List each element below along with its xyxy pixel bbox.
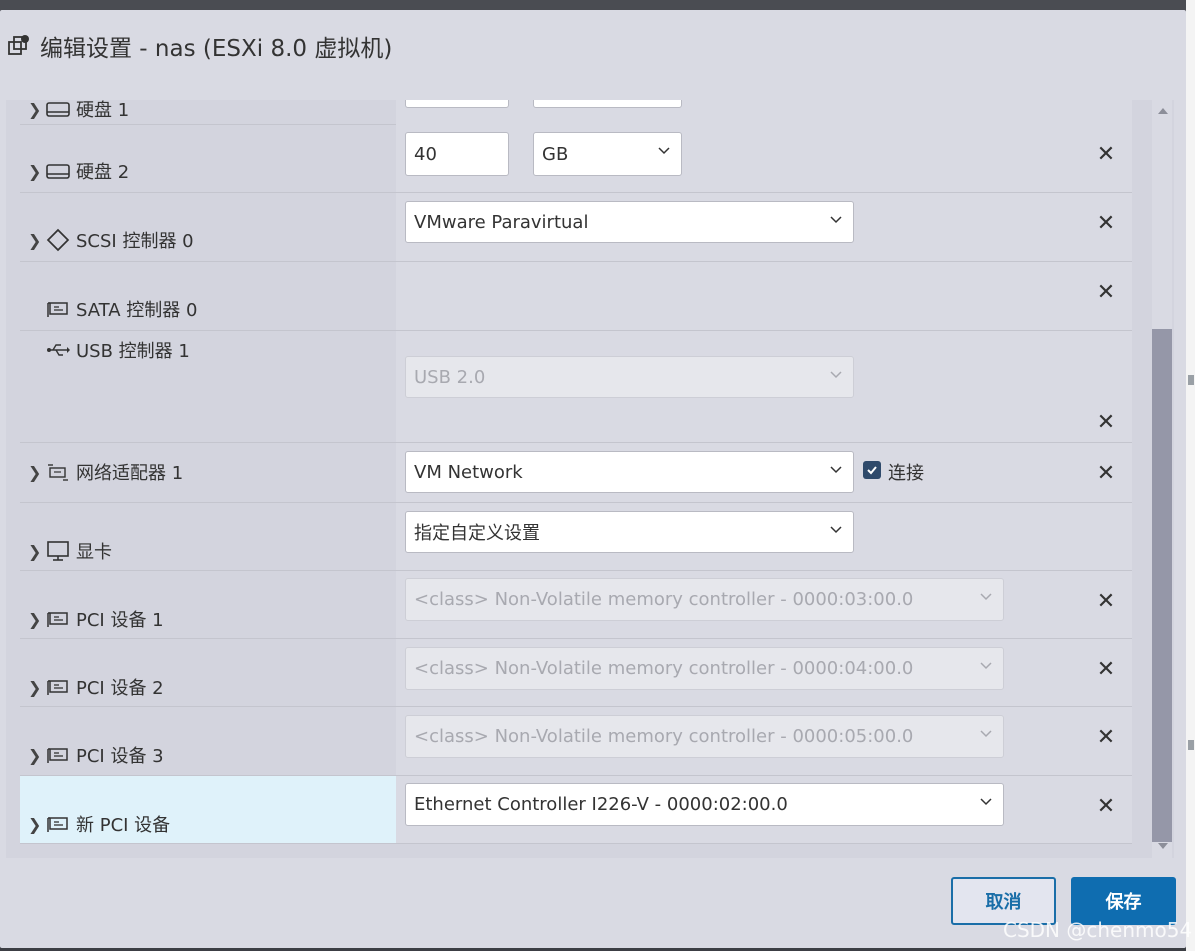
background-window-edge — [1186, 0, 1195, 951]
device-label: SATA 控制器 0 — [28, 296, 197, 322]
remove-device-button[interactable]: ✕ — [1096, 410, 1116, 435]
chevron-right-icon[interactable]: ❯ — [28, 162, 42, 181]
pci-card-icon — [46, 609, 70, 629]
scsi-controller-icon — [46, 228, 70, 252]
chevron-down-icon — [830, 216, 842, 224]
check-icon — [867, 466, 877, 475]
usb-version-select: USB 2.0 — [405, 356, 854, 398]
pci-card-icon — [46, 745, 70, 765]
dialog-header: 编辑设置 - nas (ESXi 8.0 虚拟机) — [6, 28, 392, 64]
hard-disk-icon — [46, 100, 70, 119]
background-mark — [1188, 375, 1194, 385]
device-label[interactable]: ❯ 硬盘 2 — [28, 158, 129, 184]
remove-device-button[interactable]: ✕ — [1096, 280, 1116, 305]
device-row-sata-controller-0: SATA 控制器 0 ✕ — [20, 262, 1132, 331]
chevron-down-icon — [830, 371, 842, 379]
disk-size-input[interactable] — [405, 100, 509, 108]
vertical-scrollbar[interactable] — [1152, 100, 1172, 858]
chevron-right-icon[interactable]: ❯ — [28, 746, 42, 765]
background-mark — [1188, 740, 1194, 750]
pci-card-icon — [46, 814, 70, 834]
chevron-right-icon[interactable]: ❯ — [28, 678, 42, 697]
device-label[interactable]: ❯ PCI 设备 2 — [28, 674, 164, 700]
scroll-up-arrow-icon[interactable] — [1158, 108, 1168, 114]
chevron-down-icon — [658, 147, 670, 155]
chevron-right-icon[interactable]: ❯ — [28, 231, 42, 250]
edit-settings-dialog: 编辑设置 - nas (ESXi 8.0 虚拟机) ❯ 硬盘 1 ❯ 硬盘 2 … — [0, 10, 1186, 948]
chevron-down-icon — [980, 662, 992, 670]
new-pci-device-select[interactable]: Ethernet Controller I226-V - 0000:02:00.… — [405, 783, 1004, 826]
pci-card-icon — [46, 677, 70, 697]
device-row-hard-disk-1: ❯ 硬盘 1 — [20, 100, 1132, 125]
device-label[interactable]: ❯ 新 PCI 设备 — [28, 811, 170, 837]
pci-device-select: <class> Non-Volatile memory controller -… — [405, 647, 1004, 690]
usb-icon — [46, 340, 70, 360]
device-list-panel: ❯ 硬盘 1 ❯ 硬盘 2 40 GB ✕ ❯ SCSI 控制器 0 VMwar… — [6, 100, 1174, 858]
device-row-pci-device-2: ❯ PCI 设备 2 <class> Non-Volatile memory c… — [20, 639, 1132, 707]
chevron-down-icon — [830, 526, 842, 534]
chevron-right-icon[interactable]: ❯ — [28, 100, 42, 119]
dialog-title: 编辑设置 - nas (ESXi 8.0 虚拟机) — [40, 36, 393, 62]
disk-unit-select[interactable]: GB — [533, 132, 682, 176]
network-adapter-icon — [46, 462, 70, 482]
connect-checkbox[interactable] — [863, 461, 881, 479]
chevron-down-icon — [830, 466, 842, 474]
device-label[interactable]: ❯ SCSI 控制器 0 — [28, 227, 194, 253]
disk-unit-select[interactable] — [533, 100, 682, 108]
scsi-type-select[interactable]: VMware Paravirtual — [405, 201, 854, 243]
chevron-right-icon[interactable]: ❯ — [28, 542, 42, 561]
pci-device-select: <class> Non-Volatile memory controller -… — [405, 578, 1004, 621]
background-window-bar — [0, 0, 1195, 10]
chevron-down-icon — [980, 593, 992, 601]
chevron-right-icon[interactable]: ❯ — [28, 610, 42, 629]
pci-device-select: <class> Non-Volatile memory controller -… — [405, 715, 1004, 758]
device-label[interactable]: ❯ 显卡 — [28, 538, 112, 564]
device-row-pci-device-1: ❯ PCI 设备 1 <class> Non-Volatile memory c… — [20, 571, 1132, 639]
disk-size-input[interactable]: 40 — [405, 132, 509, 176]
monitor-icon — [46, 541, 70, 561]
remove-device-button[interactable]: ✕ — [1096, 589, 1116, 614]
device-row-scsi-controller-0: ❯ SCSI 控制器 0 VMware Paravirtual ✕ — [20, 193, 1132, 262]
device-row-pci-device-3: ❯ PCI 设备 3 <class> Non-Volatile memory c… — [20, 707, 1132, 776]
scroll-down-arrow-icon[interactable] — [1158, 843, 1168, 849]
connect-label: 连接 — [888, 463, 924, 484]
chevron-down-icon — [980, 798, 992, 806]
hard-disk-icon — [46, 161, 70, 181]
device-row-network-adapter-1: ❯ 网络适配器 1 VM Network 连接 ✕ — [20, 443, 1132, 503]
remove-device-button[interactable]: ✕ — [1096, 461, 1116, 486]
scrollbar-thumb[interactable] — [1152, 329, 1172, 842]
device-label[interactable]: ❯ 网络适配器 1 — [28, 459, 183, 485]
device-label[interactable]: ❯ PCI 设备 3 — [28, 742, 164, 768]
device-row-usb-controller-1: USB 控制器 1 USB 2.0 ✕ — [20, 331, 1132, 443]
video-card-select[interactable]: 指定自定义设置 — [405, 511, 854, 553]
remove-device-button[interactable]: ✕ — [1096, 142, 1116, 167]
remove-device-button[interactable]: ✕ — [1096, 725, 1116, 750]
remove-device-button[interactable]: ✕ — [1096, 794, 1116, 819]
device-row-hard-disk-2: ❯ 硬盘 2 40 GB ✕ — [20, 124, 1132, 193]
watermark: CSDN @chenmo54 — [1003, 918, 1193, 942]
vm-edit-icon — [8, 35, 29, 55]
device-label: USB 控制器 1 — [28, 337, 190, 363]
chevron-down-icon — [980, 730, 992, 738]
remove-device-button[interactable]: ✕ — [1096, 657, 1116, 682]
device-label[interactable]: ❯ 硬盘 1 — [28, 100, 129, 122]
chevron-right-icon[interactable]: ❯ — [28, 815, 42, 834]
device-row-new-pci-device: ❯ 新 PCI 设备 Ethernet Controller I226-V - … — [20, 776, 1132, 844]
chevron-right-icon[interactable]: ❯ — [28, 463, 42, 482]
device-label[interactable]: ❯ PCI 设备 1 — [28, 606, 164, 632]
device-row-video-card: ❯ 显卡 指定自定义设置 — [20, 503, 1132, 571]
remove-device-button[interactable]: ✕ — [1096, 211, 1116, 236]
network-select[interactable]: VM Network — [405, 451, 854, 493]
controller-card-icon — [46, 299, 70, 319]
